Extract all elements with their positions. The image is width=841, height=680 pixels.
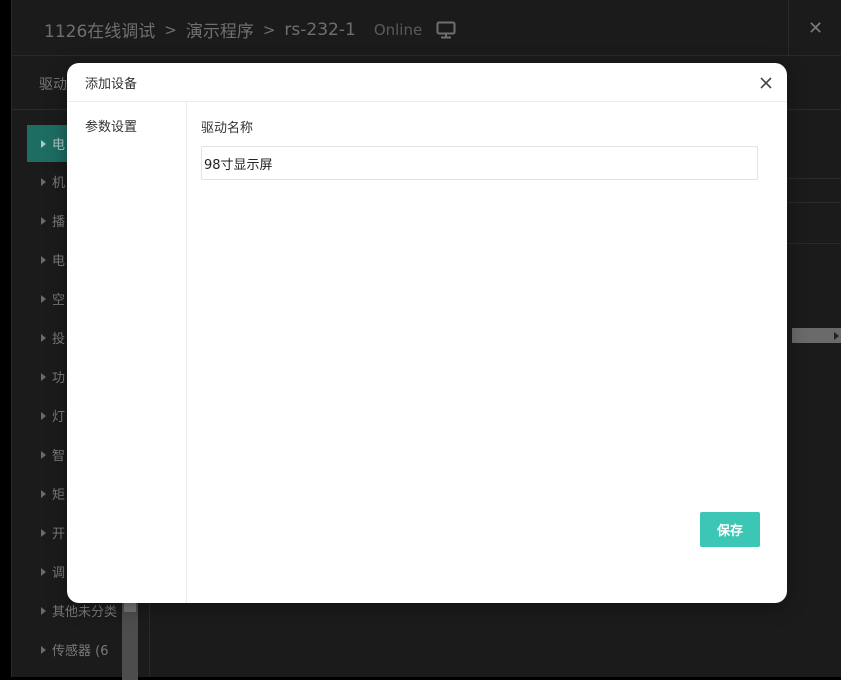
driver-name-input[interactable] [201, 146, 758, 180]
horizontal-scrollbar[interactable] [792, 328, 841, 343]
category-label: 开 [52, 527, 66, 542]
driver-name-label: 驱动名称 [201, 121, 254, 136]
caret-right-icon [41, 255, 46, 264]
caret-right-icon [41, 528, 46, 537]
category-label: 调 [52, 566, 66, 581]
category-label: 空 [52, 293, 66, 308]
category-label: 传感器 (6 [52, 644, 109, 659]
connection-status: Online [373, 20, 423, 39]
dialog-title: 添加设备 [85, 77, 138, 92]
category-label: 电 [52, 138, 66, 153]
breadcrumb-item-port[interactable]: rs-232-1 [284, 20, 355, 40]
caret-right-icon [41, 372, 46, 381]
save-button[interactable]: 保存 [700, 512, 760, 547]
category-label: 投 [52, 332, 66, 347]
caret-right-icon [41, 177, 46, 186]
caret-right-icon [41, 139, 46, 148]
category-label: 矩 [52, 488, 66, 503]
caret-right-icon [41, 645, 46, 654]
category-label: 机 [52, 176, 66, 191]
category-label: 灯 [52, 410, 66, 425]
caret-right-icon [41, 450, 46, 459]
caret-right-icon [41, 294, 46, 303]
close-icon [760, 77, 772, 89]
caret-right-icon [41, 411, 46, 420]
category-label: 电 [52, 254, 66, 269]
breadcrumb-item-program[interactable]: 演示程序 [186, 17, 254, 42]
category-label: 智 [52, 449, 66, 464]
dialog-header: 添加设备 [67, 63, 787, 102]
monitor-icon[interactable] [436, 21, 456, 39]
app-header: 1126在线调试 > 演示程序 > rs-232-1 Online ✕ [12, 0, 841, 56]
caret-right-icon [41, 489, 46, 498]
breadcrumb-separator: > [164, 20, 177, 39]
add-device-dialog: 添加设备 参数设置 驱动名称 保存 [67, 63, 787, 603]
category-item[interactable]: 传感器 (6 [27, 630, 125, 669]
close-icon: ✕ [807, 17, 824, 39]
dialog-close-button[interactable] [755, 72, 777, 94]
breadcrumb-item-project[interactable]: 1126在线调试 [44, 17, 155, 42]
category-label: 功 [52, 371, 66, 386]
caret-right-icon [41, 333, 46, 342]
dialog-nav: 参数设置 [67, 102, 187, 603]
dialog-body: 驱动名称 保存 [201, 102, 787, 603]
nav-item-parameters[interactable]: 参数设置 [85, 116, 137, 135]
tab-driver[interactable]: 驱动 [39, 74, 67, 94]
breadcrumb-separator: > [262, 20, 276, 39]
category-label: 播 [52, 215, 66, 230]
scroll-right-icon[interactable] [834, 332, 839, 340]
category-label: 其他未分类 [52, 605, 118, 620]
window-close-button[interactable]: ✕ [788, 0, 841, 56]
caret-right-icon [41, 606, 46, 615]
sidebar-scrollbar[interactable] [122, 600, 138, 680]
breadcrumb: 1126在线调试 > 演示程序 > rs-232-1 Online [44, 17, 456, 42]
caret-right-icon [41, 567, 46, 576]
caret-right-icon [41, 216, 46, 225]
